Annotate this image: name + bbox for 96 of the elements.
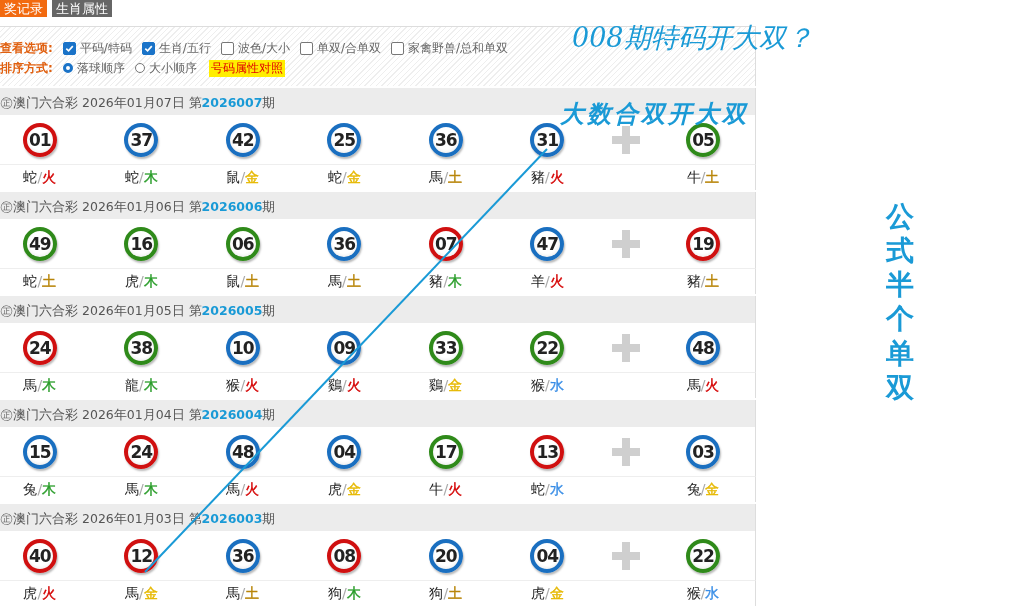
zodiac-element-label: 虎/木 [124, 272, 158, 291]
number-ball: 19 [686, 226, 720, 261]
zodiac-element-label: 蛇/水 [530, 480, 564, 499]
number-ball: 24 [22, 330, 57, 365]
zodiac-element-label: 馬/土 [429, 168, 463, 187]
checkbox[interactable] [220, 41, 234, 55]
draw-header: ㊣澳门六合彩 2026年01月04日 第2026004期 [0, 400, 756, 427]
number-ball: 15 [22, 434, 57, 469]
number-ball: 47 [530, 226, 565, 261]
option-label: 落球顺序 [76, 59, 125, 77]
zodiac-element-label: 豬/土 [686, 272, 720, 291]
checkbox[interactable] [141, 41, 155, 55]
number-ball: 49 [22, 226, 57, 261]
zodiac-element-label: 鷄/火 [327, 376, 361, 395]
draw-header: ㊣澳门六合彩 2026年01月06日 第2026006期 [0, 192, 756, 219]
annotation-text: 008期特码开大双？ [572, 21, 813, 55]
zodiac-element-label: 狗/木 [327, 584, 361, 603]
zodiac-element-label: 羊/火 [530, 272, 564, 291]
radio-button[interactable] [134, 63, 145, 73]
tab[interactable]: 奖记录 [0, 0, 47, 17]
number-ball: 17 [428, 434, 463, 469]
zodiac-element-label: 馬/金 [124, 584, 158, 603]
zodiac-element-label: 蛇/木 [124, 168, 158, 187]
sort-label: 排序方式: [0, 59, 53, 77]
number-ball: 12 [124, 538, 159, 573]
option-label: 波色/大小 [237, 39, 290, 57]
zodiac-element-label: 馬/土 [327, 272, 361, 291]
zodiac-element-label: 猴/水 [686, 584, 720, 603]
option-label: 生肖/五行 [158, 39, 211, 57]
number-ball: 10 [225, 330, 260, 365]
number-ball: 37 [124, 122, 159, 157]
number-ball: 24 [124, 434, 159, 469]
number-ball: 25 [327, 122, 362, 157]
number-ball: 04 [530, 538, 565, 573]
number-ball: 03 [686, 434, 720, 469]
number-ball: 01 [22, 122, 57, 157]
number-ball: 22 [686, 538, 720, 573]
number-ball: 06 [225, 226, 260, 261]
number-ball: 36 [225, 538, 260, 573]
zodiac-element-label: 虎/火 [23, 584, 57, 603]
zodiac-element-label: 牛/土 [686, 168, 720, 187]
checkbox[interactable] [299, 41, 313, 55]
zodiac-element-label: 蛇/土 [23, 272, 57, 291]
checkbox[interactable] [391, 41, 404, 55]
number-ball: 07 [428, 226, 463, 261]
number-ball: 36 [327, 226, 362, 261]
zodiac-element-label: 豬/木 [429, 272, 463, 291]
number-ball: 04 [327, 434, 362, 469]
tab[interactable]: 生肖属性 [52, 0, 112, 17]
number-ball: 16 [124, 226, 159, 261]
number-ball: 20 [428, 538, 463, 573]
zodiac-element-label: 馬/木 [23, 376, 57, 395]
number-ball: 22 [530, 330, 565, 365]
number-ball: 40 [22, 538, 57, 573]
option-label: 家禽野兽/总和单双 [408, 39, 509, 57]
zodiac-element-label: 兔/木 [23, 480, 57, 499]
number-ball: 38 [124, 330, 159, 365]
draw-header: ㊣澳门六合彩 2026年01月05日 第2026005期 [0, 296, 756, 323]
plus-icon [612, 541, 640, 570]
number-ball: 33 [428, 330, 463, 365]
zodiac-element-label: 龍/木 [124, 376, 158, 395]
plus-icon [612, 437, 640, 466]
number-ball: 09 [327, 330, 362, 365]
zodiac-element-label: 兔/金 [686, 480, 720, 499]
vertical-annotation: 公式半个单双 [886, 200, 914, 405]
attribute-link[interactable]: 号码属性对照 [208, 59, 285, 77]
zodiac-element-label: 馬/土 [226, 584, 260, 603]
zodiac-element-label: 鷄/金 [429, 376, 463, 395]
zodiac-element-label: 猴/火 [226, 376, 260, 395]
option-label: 平码/特码 [79, 39, 132, 57]
options-label: 查看选项: [0, 39, 53, 57]
checkbox[interactable] [62, 41, 76, 55]
number-ball: 48 [225, 434, 260, 469]
plus-icon [612, 125, 640, 154]
zodiac-element-label: 牛/火 [429, 480, 463, 499]
zodiac-element-label: 鼠/金 [226, 168, 260, 187]
number-ball: 42 [225, 122, 260, 157]
plus-icon [612, 229, 640, 258]
zodiac-element-label: 豬/火 [530, 168, 564, 187]
zodiac-element-label: 虎/金 [327, 480, 361, 499]
zodiac-element-label: 蛇/金 [327, 168, 361, 187]
plus-icon [612, 333, 640, 362]
zodiac-element-label: 蛇/火 [23, 168, 57, 187]
zodiac-element-label: 虎/金 [530, 584, 564, 603]
option-label: 单双/合单双 [316, 39, 381, 57]
radio-button[interactable] [62, 63, 73, 73]
zodiac-element-label: 狗/土 [429, 584, 463, 603]
option-label: 大小顺序 [148, 59, 197, 77]
zodiac-element-label: 馬/火 [686, 376, 720, 395]
number-ball: 36 [428, 122, 463, 157]
number-ball: 08 [327, 538, 362, 573]
zodiac-element-label: 馬/木 [124, 480, 158, 499]
number-ball: 48 [686, 330, 720, 365]
number-ball: 13 [530, 434, 565, 469]
zodiac-element-label: 鼠/土 [226, 272, 260, 291]
zodiac-element-label: 猴/水 [530, 376, 564, 395]
